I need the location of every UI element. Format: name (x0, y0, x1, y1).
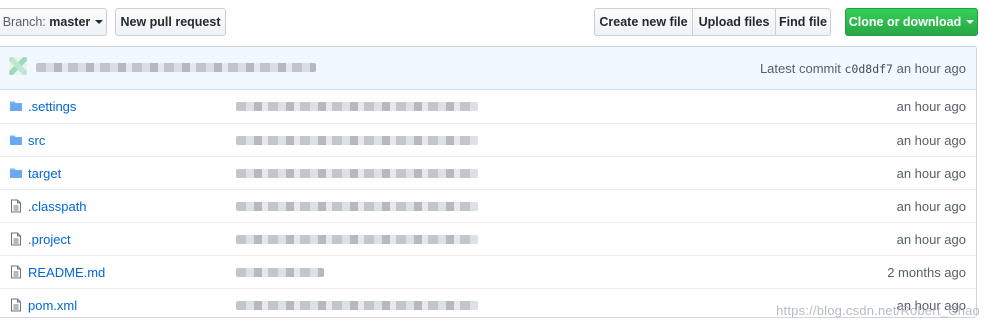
commit-message-redacted (236, 202, 478, 211)
caret-down-icon (95, 20, 104, 24)
file-age: an hour ago (896, 232, 966, 247)
file-row[interactable]: .settings an hour ago (0, 90, 976, 123)
file-icon (9, 232, 23, 246)
find-file-button[interactable]: Find file (775, 8, 831, 36)
file-age: an hour ago (896, 166, 966, 181)
new-pull-request-button[interactable]: New pull request (115, 8, 226, 36)
file-age: 2 months ago (887, 265, 966, 280)
file-name-link[interactable]: .classpath (28, 199, 87, 214)
folder-icon (9, 133, 23, 147)
file-icon (9, 265, 23, 279)
file-actions-group: Create new file Upload files Find file (594, 8, 831, 36)
latest-commit-info: Latest commit c0d8df7 an hour ago (760, 61, 966, 76)
repo-toolbar: Branch: master New pull request Create n… (0, 8, 988, 38)
commit-message-redacted (236, 136, 478, 145)
caret-down-icon (966, 20, 975, 24)
commit-message-redacted (236, 301, 478, 310)
file-icon (9, 199, 23, 213)
file-row[interactable]: README.md 2 months ago (0, 255, 976, 288)
branch-label: Branch: (2, 15, 46, 29)
commit-message-redacted (36, 63, 316, 72)
commit-message-redacted (236, 169, 478, 178)
watermark: https://blog.csdn.net/Robert_Chao (776, 303, 980, 318)
folder-icon (9, 166, 23, 180)
clone-label: Clone or download (848, 15, 962, 29)
file-row[interactable]: .project an hour ago (0, 222, 976, 255)
file-name-link[interactable]: .project (28, 232, 71, 247)
commit-age: an hour ago (896, 61, 966, 76)
file-name-link[interactable]: src (28, 133, 45, 148)
commit-sha-link[interactable]: c0d8df7 (845, 62, 893, 76)
latest-commit-bar: Latest commit c0d8df7 an hour ago (0, 47, 976, 90)
commit-message-redacted (236, 102, 478, 111)
file-name-link[interactable]: target (28, 166, 61, 181)
file-name-link[interactable]: README.md (28, 265, 105, 280)
create-new-file-button[interactable]: Create new file (594, 8, 693, 36)
file-age: an hour ago (896, 199, 966, 214)
latest-commit-label: Latest commit (759, 61, 841, 76)
file-list: .settings an hour ago src an hour ago target… (0, 90, 976, 317)
file-name-link[interactable]: .settings (28, 99, 76, 114)
file-browser: Latest commit c0d8df7 an hour ago .setti… (0, 46, 977, 318)
file-row[interactable]: src an hour ago (0, 123, 976, 156)
file-age: an hour ago (896, 99, 966, 114)
commit-message-redacted (236, 235, 478, 244)
upload-files-button[interactable]: Upload files (692, 8, 776, 36)
file-row[interactable]: target an hour ago (0, 156, 976, 189)
file-age: an hour ago (896, 133, 966, 148)
clone-or-download-button[interactable]: Clone or download (845, 8, 978, 36)
avatar[interactable] (9, 57, 27, 75)
branch-selector[interactable]: Branch: master (0, 8, 107, 36)
commit-message-redacted (236, 268, 324, 277)
file-icon (9, 298, 23, 312)
file-name-link[interactable]: pom.xml (28, 298, 77, 313)
folder-icon (9, 99, 23, 113)
branch-value: master (49, 15, 91, 29)
file-row[interactable]: .classpath an hour ago (0, 189, 976, 222)
